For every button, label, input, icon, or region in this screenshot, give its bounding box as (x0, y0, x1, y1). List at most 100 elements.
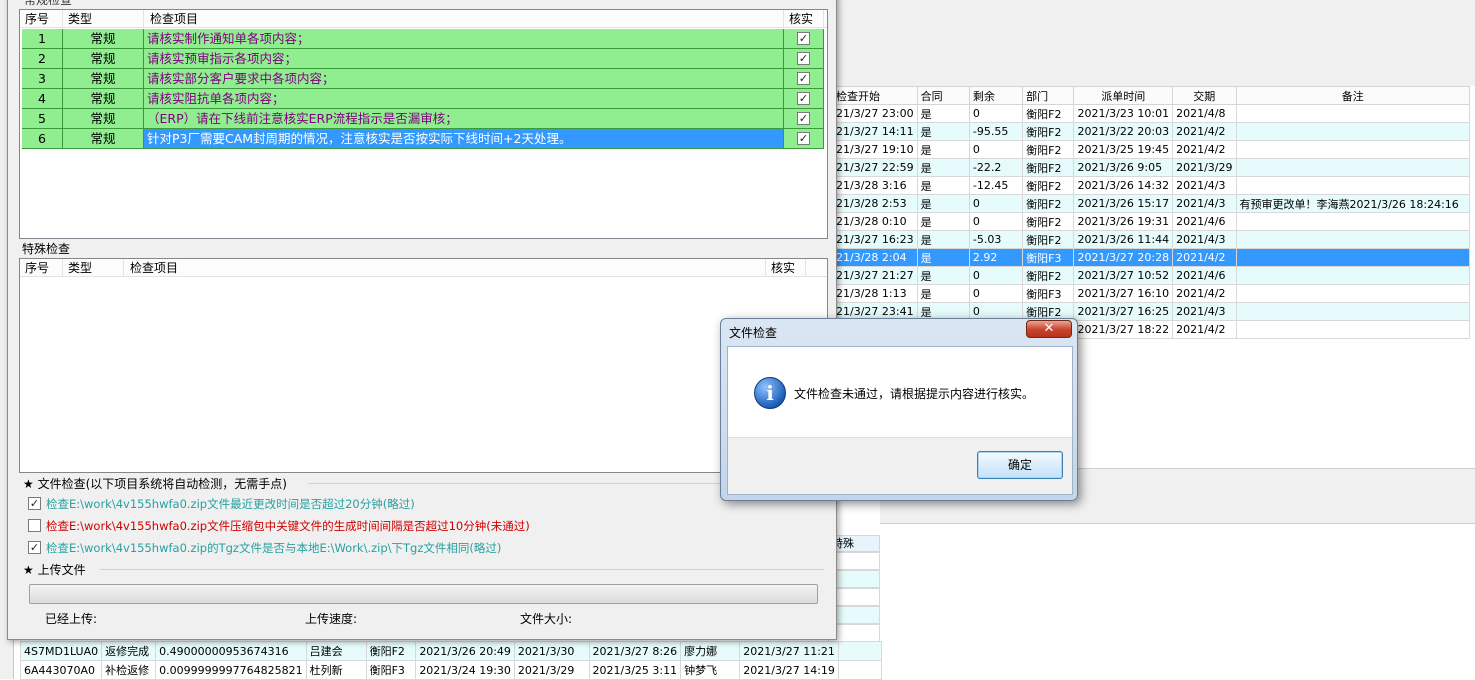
verify-checkbox[interactable]: ✓ (797, 132, 810, 145)
grid-row[interactable]: 21/3/28 2:04 是 2.92 衡阳F3 2021/3/27 20:28 2021… (832, 248, 1470, 267)
upload-speed-label: 上传速度: (305, 612, 358, 626)
grid-cell: 2021/4/3 (1172, 176, 1237, 195)
check-window: 常规检查 序号 类型 检查项目 核实 1 常规 请核实制作通知单各项内容； ✓ 2 常规请… (7, 0, 837, 640)
grid-row[interactable]: 21/3/27 16:23 是 -5.03 衡阳F2 2021/3/26 11:44 20… (832, 230, 1470, 249)
grid-cell: 21/3/27 23:00 (832, 104, 918, 123)
grid-cell: 衡阳F2 (1022, 266, 1075, 285)
header-check[interactable]: 核实 (784, 10, 824, 28)
grid-cell: -12.45 (968, 176, 1024, 195)
grid-cell: 是 (916, 266, 970, 285)
row-check-cell: ✓ (784, 109, 824, 129)
header-no[interactable]: 序号 (20, 259, 63, 277)
grid-cell: 2021/4/3 (1172, 302, 1237, 321)
grid-cell (1235, 302, 1470, 321)
close-icon: ✕ (1043, 321, 1055, 336)
dialog-message: 文件检查未通过，请根据提示内容进行核实。 (794, 387, 1035, 401)
verify-checkbox[interactable]: ✓ (797, 32, 810, 45)
grid-header-contract[interactable]: 合同 (916, 86, 970, 105)
verify-checkbox[interactable]: ✓ (797, 92, 810, 105)
grid-header-dispatch-time[interactable]: 派单时间 (1073, 86, 1174, 105)
grid-cell: 2021/3/26 19:31 (1073, 212, 1174, 231)
row-number: 5 (22, 109, 63, 129)
routine-check-row[interactable]: 3 常规 请核实部分客户要求中各项内容； ✓ (22, 69, 824, 89)
routine-check-row[interactable]: 1 常规 请核实制作通知单各项内容； ✓ (22, 29, 824, 49)
header-no[interactable]: 序号 (20, 10, 63, 28)
grid-cell: 2021/3/22 20:03 (1073, 122, 1174, 141)
grid-cell: 补检返修 (101, 660, 157, 680)
file-check-dialog: 文件检查 ✕ i 文件检查未通过，请根据提示内容进行核实。 确定 (720, 318, 1078, 501)
grid-row[interactable]: 21/3/27 19:10 是 0 衡阳F2 2021/3/25 19:45 2021/4… (832, 140, 1470, 159)
grid-cell: 0 (968, 194, 1024, 213)
grid-cell: 4S7MD1LUA0 (19, 641, 103, 661)
header-item[interactable]: 检查项目 (124, 259, 766, 277)
routine-check-row[interactable]: 2 常规 请核实预审指示各项内容； ✓ (22, 49, 824, 69)
grid-cell: 衡阳F3 (1022, 284, 1075, 303)
row-check-cell: ✓ (784, 29, 824, 49)
grid-cell: 衡阳F3 (1022, 248, 1075, 267)
header-item[interactable]: 检查项目 (144, 10, 784, 28)
grid-cell: 有预审更改单！李海燕2021/3/26 18:24:16 (1235, 194, 1470, 213)
background-bottom-grid: 4S7MD1LUA0 返修完成 0.49000000953674316 吕建会 衡阳F2… (19, 641, 883, 680)
grid-cell: 衡阳F2 (365, 641, 417, 661)
grid-row[interactable]: 21/3/27 23:00 是 0 衡阳F2 2021/3/23 10:01 2021/4… (832, 104, 1470, 123)
verify-checkbox[interactable]: ✓ (797, 72, 810, 85)
file-check-checkbox[interactable]: ✓ (28, 541, 41, 554)
grid-cell: 21/3/27 21:27 (832, 266, 918, 285)
routine-check-row[interactable]: 5 常规 （ERP）请在下线前注意核实ERP流程指示是否漏审核； ✓ (22, 109, 824, 129)
routine-check-list[interactable]: 序号 类型 检查项目 核实 1 常规 请核实制作通知单各项内容； ✓ 2 常规 请核实预审指… (19, 9, 828, 239)
routine-check-row[interactable]: 6 常规 针对P3厂需要CAM封周期的情况，注意核实是否按实际下线时间+2天处理。 ✓ (22, 129, 824, 149)
grid-cell: 是 (916, 230, 970, 249)
grid-header-remark[interactable]: 备注 (1235, 86, 1470, 105)
grid-row[interactable]: 21/3/28 1:13 是 0 衡阳F3 2021/3/27 16:10 2021/4/… (832, 284, 1470, 303)
special-check-list[interactable]: 序号 类型 检查项目 核实 (19, 258, 828, 473)
verify-checkbox[interactable]: ✓ (797, 52, 810, 65)
row-type: 常规 (63, 69, 144, 89)
row-check-item: 针对P3厂需要CAM封周期的情况，注意核实是否按实际下线时间+2天处理。 (144, 129, 784, 149)
row-type: 常规 (63, 129, 144, 149)
header-check[interactable]: 核实 (766, 259, 806, 277)
grid-cell (1235, 248, 1470, 267)
grid-row[interactable]: 21/3/28 2:53 是 0 衡阳F2 2021/3/26 15:17 2021/4/… (832, 194, 1470, 213)
file-check-text: 检查E:\work\4v155hwfa0.zip的Tgz文件是否与本地E:\Wo… (46, 541, 502, 555)
upload-progress-bar (29, 584, 818, 604)
grid-cell: 21/3/28 1:13 (832, 284, 918, 303)
grid-cell: 0 (968, 266, 1024, 285)
grid-cell: 2021/3/27 10:52 (1073, 266, 1174, 285)
file-check-text: 检查E:\work\4v155hwfa0.zip文件最近更改时间是否超过20分钟… (46, 497, 415, 511)
grid-header-due[interactable]: 交期 (1172, 86, 1237, 105)
header-type[interactable]: 类型 (63, 259, 124, 277)
grid-cell: 2021/4/2 (1172, 248, 1237, 267)
routine-list-header: 序号 类型 检查项目 核实 (20, 10, 827, 28)
bottom-grid-row[interactable]: 6A443070A0 补检返修 0.0099999997764825821 杜列新 衡阳… (19, 660, 883, 680)
routine-check-row[interactable]: 4 常规 请核实阻抗单各项内容； ✓ (22, 89, 824, 109)
grid-header-dept[interactable]: 部门 (1022, 86, 1075, 105)
grid-header-start[interactable]: 检查开始 (832, 86, 918, 105)
row-check-cell: ✓ (784, 89, 824, 109)
grid-row[interactable]: 21/3/27 14:11 是 -95.55 衡阳F2 2021/3/22 20:03 2… (832, 122, 1470, 141)
file-check-checkbox[interactable]: ✓ (28, 497, 41, 510)
file-check-checkbox[interactable] (28, 519, 41, 532)
grid-cell: 21/3/28 2:04 (832, 248, 918, 267)
grid-row[interactable]: 21/3/28 0:10 是 0 衡阳F2 2021/3/26 19:31 2021/4/… (832, 212, 1470, 231)
grid-cell: 是 (916, 176, 970, 195)
grid-row[interactable]: 21/3/27 21:27 是 0 衡阳F2 2021/3/27 10:52 2021/4… (832, 266, 1470, 285)
grid-cell: 衡阳F2 (1022, 212, 1075, 231)
info-icon: i (754, 377, 786, 409)
verify-checkbox[interactable]: ✓ (797, 112, 810, 125)
grid-row[interactable]: 21/3/28 3:16 是 -12.45 衡阳F2 2021/3/26 14:32 20… (832, 176, 1470, 195)
bottom-grid-row[interactable]: 4S7MD1LUA0 返修完成 0.49000000953674316 吕建会 衡阳F2… (19, 641, 883, 661)
header-type[interactable]: 类型 (63, 10, 144, 28)
ok-button[interactable]: 确定 (977, 451, 1063, 479)
routine-check-title: 常规检查 (24, 0, 73, 7)
grid-header-remaining[interactable]: 剩余 (968, 86, 1024, 105)
close-button[interactable]: ✕ (1026, 320, 1072, 338)
row-check-cell: ✓ (784, 49, 824, 69)
grid-cell (1235, 284, 1470, 303)
grid-cell: -5.03 (968, 230, 1024, 249)
grid-cell: 2021/3/27 16:25 (1073, 302, 1174, 321)
grid-cell: 衡阳F2 (1022, 140, 1075, 159)
upload-divider (100, 569, 824, 570)
grid-cell: 2021/4/2 (1172, 284, 1237, 303)
special-check-title: 特殊检查 (22, 242, 71, 256)
grid-row[interactable]: 21/3/27 22:59 是 -22.2 衡阳F2 2021/3/26 9:05 202… (832, 158, 1470, 177)
